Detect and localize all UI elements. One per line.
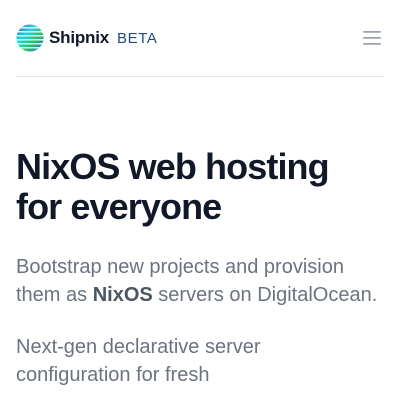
brand-link[interactable]: Shipnix BETA	[16, 24, 157, 52]
brand-name: Shipnix	[49, 27, 109, 47]
striped-globe-logo-icon	[16, 24, 44, 51]
beta-badge: BETA	[117, 30, 158, 47]
page: Shipnix BETA NixOS web hosting for every…	[0, 0, 400, 400]
hero-intro: Bootstrap new projects and provision the…	[16, 253, 378, 309]
hero-section: NixOS web hosting for everyone Bootstrap…	[16, 147, 384, 389]
hamburger-menu-icon	[363, 31, 381, 45]
hero-title: NixOS web hosting for everyone	[16, 147, 376, 227]
nixos-highlight: NixOS	[92, 284, 153, 306]
hero-title-line-2: for everyone	[16, 186, 222, 227]
menu-button[interactable]	[360, 26, 384, 50]
hero-secondary-text: Next-gen declarative server configuratio…	[16, 336, 261, 386]
hero-title-line-1: NixOS web hosting	[16, 146, 330, 187]
site-header: Shipnix BETA	[16, 0, 384, 77]
intro-text-after: servers on DigitalOcean.	[152, 284, 378, 306]
